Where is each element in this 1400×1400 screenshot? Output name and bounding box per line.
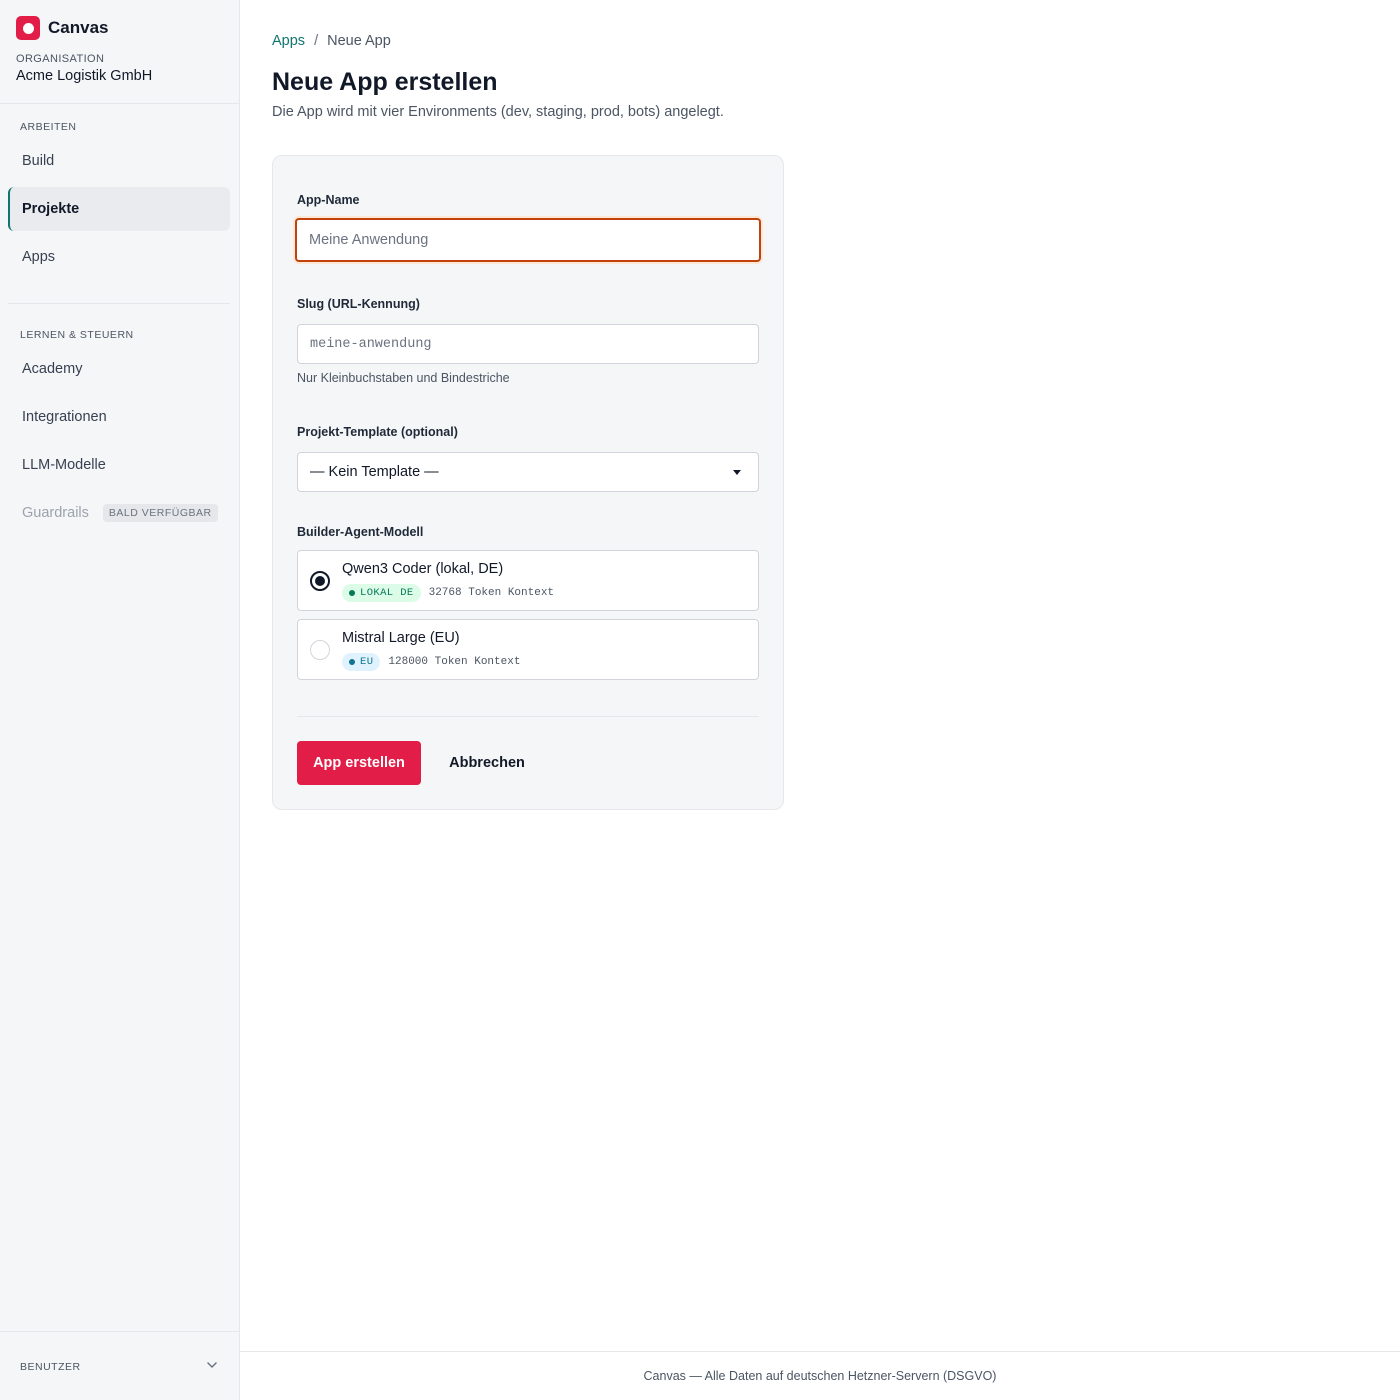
user-menu[interactable]: BENUTZER <box>0 1331 239 1400</box>
org-name: Acme Logistik GmbH <box>16 68 153 84</box>
sidebar-item-label: LLM-Modelle <box>22 457 106 473</box>
template-selected-value: — Kein Template — <box>310 464 439 480</box>
breadcrumb: Apps / Neue App <box>272 33 391 49</box>
template-label: Projekt-Template (optional) <box>297 425 458 439</box>
footer: Canvas — Alle Daten auf deutschen Hetzne… <box>240 1351 1400 1400</box>
slug-input[interactable] <box>297 324 759 364</box>
sidebar-item-label: Apps <box>22 249 56 265</box>
footer-text: Canvas — Alle Daten auf deutschen Hetzne… <box>643 1369 997 1383</box>
region-badge: EU <box>342 653 381 671</box>
page-title: Neue App erstellen <box>272 68 498 96</box>
status-dot-icon <box>349 659 355 665</box>
brand-name: Canvas <box>48 18 109 37</box>
sidebar-item-build[interactable]: Build <box>8 139 230 183</box>
region-badge: LOKAL DE <box>342 584 421 602</box>
region-badge-label: EU <box>360 656 374 668</box>
region-badge-label: LOKAL DE <box>360 587 414 599</box>
sidebar-item-label: Guardrails <box>22 505 89 521</box>
brand[interactable]: Canvas <box>16 16 108 40</box>
sidebar-section-arbeiten: ARBEITEN <box>20 121 77 133</box>
sidebar-item-llm-modelle[interactable]: LLM-Modelle <box>8 443 230 487</box>
breadcrumb-separator: / <box>314 33 319 49</box>
sidebar-item-guardrails: Guardrails BALD VERFÜGBAR <box>8 491 230 535</box>
sidebar-item-label: Projekte <box>22 201 80 217</box>
canvas-logo-icon <box>16 16 40 40</box>
model-option-title: Mistral Large (EU) <box>342 630 460 646</box>
app-name-label: App-Name <box>297 193 360 207</box>
page-subtitle: Die App wird mit vier Environments (dev,… <box>272 104 724 120</box>
slug-label: Slug (URL-Kennung) <box>297 297 420 311</box>
context-size: 128000 Token Kontext <box>388 656 521 668</box>
create-app-form: App-Name Slug (URL-Kennung) Nur Kleinbuc… <box>272 155 784 810</box>
model-option-meta: LOKAL DE 32768 Token Kontext <box>342 584 554 602</box>
sidebar-item-academy[interactable]: Academy <box>8 347 230 391</box>
chevron-down-icon <box>207 1362 217 1368</box>
model-option-qwen3[interactable]: Qwen3 Coder (lokal, DE) LOKAL DE 32768 T… <box>297 550 759 611</box>
template-select[interactable]: — Kein Template — <box>297 452 759 492</box>
caret-down-icon <box>733 470 741 475</box>
model-label: Builder-Agent-Modell <box>297 525 424 539</box>
context-size: 32768 Token Kontext <box>428 587 555 599</box>
cancel-button[interactable]: Abbrechen <box>437 741 537 785</box>
sidebar-item-integrationen[interactable]: Integrationen <box>8 395 230 439</box>
breadcrumb-current: Neue App <box>327 33 391 49</box>
sidebar-item-projekte[interactable]: Projekte <box>8 187 230 231</box>
sidebar-section-lernen-steuern: LERNEN & STEUERN <box>20 329 134 341</box>
radio-button[interactable] <box>310 640 330 660</box>
model-option-mistral[interactable]: Mistral Large (EU) EU 128000 Token Konte… <box>297 619 759 680</box>
sidebar-divider <box>8 303 230 304</box>
sidebar: Canvas ORGANISATION Acme Logistik GmbH A… <box>0 0 240 1400</box>
model-option-meta: EU 128000 Token Kontext <box>342 653 520 671</box>
org-label: ORGANISATION <box>16 53 105 65</box>
sidebar-item-apps[interactable]: Apps <box>8 235 230 279</box>
app-name-input[interactable] <box>295 218 761 262</box>
create-app-button[interactable]: App erstellen <box>297 741 421 785</box>
model-option-title: Qwen3 Coder (lokal, DE) <box>342 561 504 577</box>
status-dot-icon <box>349 590 355 596</box>
form-divider <box>297 716 759 717</box>
sidebar-item-label: Academy <box>22 361 83 377</box>
slug-hint: Nur Kleinbuchstaben und Bindestriche <box>297 371 510 385</box>
coming-soon-badge: BALD VERFÜGBAR <box>102 504 218 522</box>
sidebar-item-label: Integrationen <box>22 409 107 425</box>
sidebar-item-label: Build <box>22 153 55 169</box>
user-label: BENUTZER <box>20 1361 81 1373</box>
radio-button-checked[interactable] <box>310 571 330 591</box>
breadcrumb-link-apps[interactable]: Apps <box>272 33 305 49</box>
sidebar-divider <box>0 103 239 104</box>
